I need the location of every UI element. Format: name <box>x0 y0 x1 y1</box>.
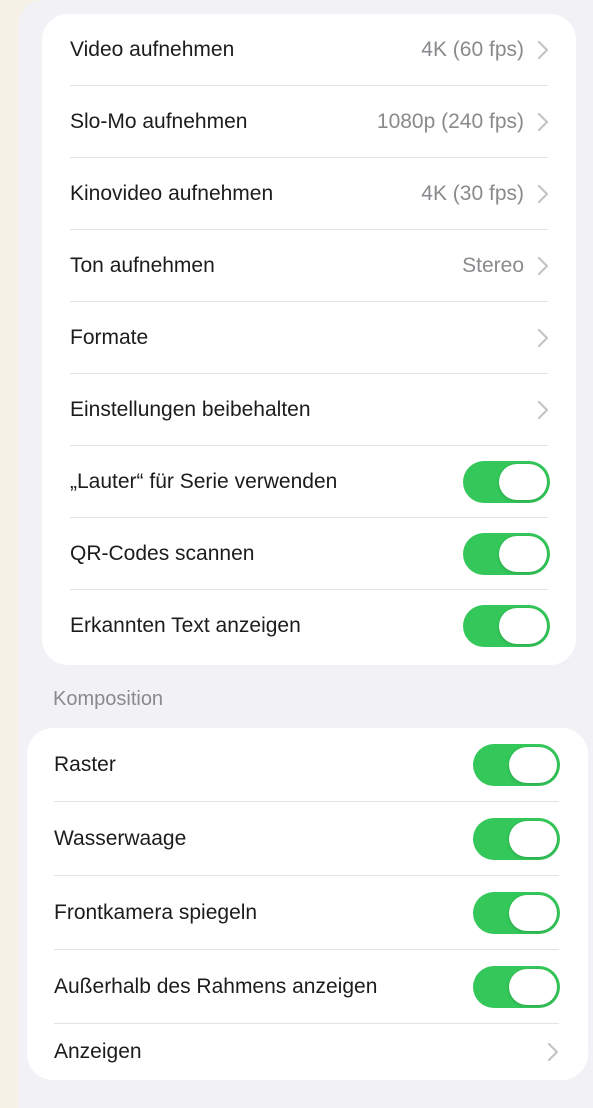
chevron-right-icon <box>537 256 549 276</box>
row-lauter-fuer-serie: „Lauter“ für Serie verwenden <box>42 446 576 518</box>
row-value: Stereo <box>462 254 524 277</box>
row-raster: Raster <box>27 728 588 802</box>
row-label: Wasserwaage <box>54 827 187 850</box>
row-label: Erkannten Text anzeigen <box>70 614 301 637</box>
chevron-right-icon <box>547 1042 559 1062</box>
row-label: Raster <box>54 753 116 776</box>
row-label: Außerhalb des Rahmens anzeigen <box>54 975 378 998</box>
composition-group: Raster Wasserwaage Frontkamera spiegeln … <box>27 728 588 1080</box>
ausserhalb-rahmen-toggle[interactable] <box>473 966 560 1008</box>
toggle-knob <box>509 895 557 931</box>
camera-settings-group: Video aufnehmen 4K (60 fps) Slo-Mo aufne… <box>42 14 576 665</box>
frontkamera-toggle[interactable] <box>473 892 560 934</box>
row-value: 1080p (240 fps) <box>376 110 524 133</box>
row-label: Ton aufnehmen <box>70 254 215 277</box>
row-label: „Lauter“ für Serie verwenden <box>70 470 338 493</box>
row-einstellungen-beibehalten[interactable]: Einstellungen beibehalten <box>42 374 576 446</box>
row-label: Video aufnehmen <box>70 38 235 61</box>
toggle-knob <box>499 608 547 644</box>
row-erkannten-text: Erkannten Text anzeigen <box>42 590 576 662</box>
toggle-knob <box>499 464 547 500</box>
row-qr-codes-scannen: QR-Codes scannen <box>42 518 576 590</box>
row-frontkamera-spiegeln: Frontkamera spiegeln <box>27 876 588 950</box>
row-label: QR-Codes scannen <box>70 542 255 565</box>
row-kinovideo-aufnehmen[interactable]: Kinovideo aufnehmen 4K (30 fps) <box>42 158 576 230</box>
lauter-serie-toggle[interactable] <box>463 461 550 503</box>
row-label: Einstellungen beibehalten <box>70 398 311 421</box>
chevron-right-icon <box>537 40 549 60</box>
row-label: Kinovideo aufnehmen <box>70 182 274 205</box>
qr-codes-toggle[interactable] <box>463 533 550 575</box>
wasserwaage-toggle[interactable] <box>473 818 560 860</box>
toggle-knob <box>499 536 547 572</box>
toggle-knob <box>509 747 557 783</box>
toggle-knob <box>509 969 557 1005</box>
chevron-right-icon <box>537 328 549 348</box>
row-label: Slo-Mo aufnehmen <box>70 110 248 133</box>
erkannten-text-toggle[interactable] <box>463 605 550 647</box>
row-anzeigen[interactable]: Anzeigen <box>27 1024 588 1080</box>
row-formate[interactable]: Formate <box>42 302 576 374</box>
row-value: 4K (60 fps) <box>421 38 524 61</box>
row-label: Formate <box>70 326 149 349</box>
section-header-komposition: Komposition <box>53 688 164 710</box>
row-ausserhalb-rahmen: Außerhalb des Rahmens anzeigen <box>27 950 588 1024</box>
toggle-knob <box>509 821 557 857</box>
chevron-right-icon <box>537 400 549 420</box>
chevron-right-icon <box>537 112 549 132</box>
row-video-aufnehmen[interactable]: Video aufnehmen 4K (60 fps) <box>42 14 576 86</box>
row-wasserwaage: Wasserwaage <box>27 802 588 876</box>
row-slo-mo-aufnehmen[interactable]: Slo-Mo aufnehmen 1080p (240 fps) <box>42 86 576 158</box>
row-label: Frontkamera spiegeln <box>54 901 258 924</box>
row-label: Anzeigen <box>54 1040 142 1063</box>
chevron-right-icon <box>537 184 549 204</box>
row-ton-aufnehmen[interactable]: Ton aufnehmen Stereo <box>42 230 576 302</box>
row-value: 4K (30 fps) <box>421 182 524 205</box>
raster-toggle[interactable] <box>473 744 560 786</box>
